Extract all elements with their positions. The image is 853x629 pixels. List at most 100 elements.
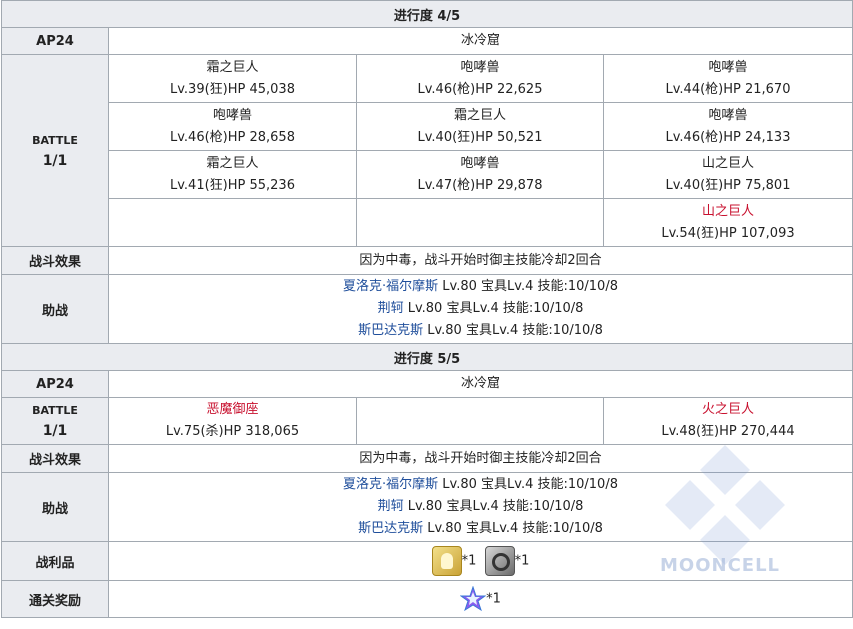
silver-ring-material-icon[interactable] [484,546,515,576]
battle-label: BATTLE 1/1 [1,397,109,445]
enemy-cell: 咆哮兽 Lv.46(枪)HP 24,133 [603,102,853,151]
drop-count: *1 [514,553,530,569]
enemy-stats: Lv.48(狂)HP 270,444 [661,424,795,439]
enemy-name: 霜之巨人 [453,107,506,123]
enemy-cell-empty [356,198,604,247]
enemy-cell: 山之巨人 Lv.40(狂)HP 75,801 [603,150,853,199]
enemy-name: 咆哮兽 [708,59,748,75]
battle-row: 霜之巨人 Lv.41(狂)HP 55,236 咆哮兽 Lv.47(枪)HP 29,8… [2,150,853,199]
enemy-stats: Lv.46(枪)HP 22,625 [417,81,543,97]
support-detail: Lv.80 宝具Lv.4 技能:10/10/8 [403,499,584,514]
battle-row: 山之巨人 Lv.54(狂)HP 107,093 [2,198,853,247]
enemy-cell: 咆哮兽 Lv.46(枪)HP 28,658 [108,102,357,151]
battle-count: 1/1 [42,152,68,169]
enemy-stats: Lv.75(杀)HP 318,065 [165,424,300,439]
reward-count: *1 [486,591,501,607]
support-detail: Lv.80 宝具Lv.4 技能:10/10/8 [438,477,618,492]
battle-row: BATTLE 1/1 霜之巨人 Lv.39(狂)HP 45,038 咆哮兽 Lv.4… [1,54,853,247]
support-label: 助战 [1,274,109,344]
enemy-cell: 咆哮兽 Lv.44(枪)HP 21,670 [603,54,853,103]
support-entry: 荆轲 Lv.80 宝具Lv.4 技能:10/10/8 [109,298,852,320]
effect-row: 战斗效果 因为中毒，战斗开始时御主技能冷却2回合 [1,246,853,275]
enemy-stats: Lv.40(狂)HP 50,521 [417,129,543,145]
reward-label: 通关奖励 [1,580,109,618]
enemy-cell: 山之巨人 Lv.54(狂)HP 107,093 [603,198,853,247]
enemy-stats: Lv.54(狂)HP 107,093 [661,225,795,241]
enemy-stats: Lv.46(枪)HP 24,133 [665,129,791,145]
battle-row: BATTLE 1/1 恶魔御座 Lv.75(杀)HP 318,065 火之巨人 Lv… [1,397,853,445]
enemy-name: 霜之巨人 [206,155,259,171]
enemy-name: 山之巨人 [701,155,754,171]
support-entry: 夏洛克·福尔摩斯 Lv.80 宝具Lv.4 技能:10/10/8 [109,276,852,298]
ap-label: AP24 [1,27,109,55]
reward-row: 通关奖励 *1 [1,580,853,618]
enemy-cell: 咆哮兽 Lv.46(枪)HP 22,625 [356,54,604,103]
enemy-name: 咆哮兽 [460,155,500,171]
progress-row: 进行度 4/5 [1,0,853,28]
enemy-stats: Lv.39(狂)HP 45,038 [170,81,295,97]
support-list: 夏洛克·福尔摩斯 Lv.80 宝具Lv.4 技能:10/10/8 荆轲 Lv.8… [108,472,853,542]
ap-row: AP24 冰冷窟 [1,370,853,398]
battle-label: BATTLE 1/1 [1,54,109,247]
progress-header: 进行度 4/5 [1,0,853,28]
support-detail: Lv.80 宝具Lv.4 技能:10/10/8 [423,323,603,338]
enemy-name: 咆哮兽 [212,107,252,123]
support-servant-link[interactable]: 荆轲 [378,301,404,316]
enemy-name: 咆哮兽 [460,59,500,75]
support-detail: Lv.80 宝具Lv.4 技能:10/10/8 [423,521,603,536]
support-entry: 斯巴达克斯 Lv.80 宝具Lv.4 技能:10/10/8 [109,518,852,540]
support-list: 夏洛克·福尔摩斯 Lv.80 宝具Lv.4 技能:10/10/8 荆轲 Lv.8… [108,274,853,344]
effect-label: 战斗效果 [1,444,109,473]
enemy-stats: Lv.40(狂)HP 75,801 [665,177,791,193]
location-name: 冰冷窟 [108,370,853,398]
support-servant-link[interactable]: 斯巴达克斯 [358,323,423,338]
progress-header: 进行度 5/5 [1,343,853,371]
enemy-cell-empty [108,198,357,247]
enemy-name: 咆哮兽 [708,107,748,123]
enemy-name-boss[interactable]: 火之巨人 [604,399,852,421]
enemy-cell: 霜之巨人 Lv.41(狂)HP 55,236 [108,150,357,199]
effect-text: 因为中毒，战斗开始时御主技能冷却2回合 [108,444,853,473]
support-servant-link[interactable]: 夏洛克·福尔摩斯 [343,477,438,492]
support-servant-link[interactable]: 夏洛克·福尔摩斯 [343,279,438,294]
reward-cell: *1 [108,580,853,618]
support-entry: 荆轲 Lv.80 宝具Lv.4 技能:10/10/8 [109,496,852,518]
enemy-cell: 咆哮兽 Lv.47(枪)HP 29,878 [356,150,604,199]
drop-count: *1 [461,553,477,569]
golden-material-icon[interactable] [431,546,462,576]
support-detail: Lv.80 宝具Lv.4 技能:10/10/8 [403,301,584,316]
enemy-stats: Lv.47(枪)HP 29,878 [417,177,543,193]
progress-row: 进行度 5/5 [1,343,853,371]
support-detail: Lv.80 宝具Lv.4 技能:10/10/8 [438,279,618,294]
battle-count: 1/1 [42,423,68,439]
enemy-name: 霜之巨人 [206,59,259,75]
support-entry: 夏洛克·福尔摩斯 Lv.80 宝具Lv.4 技能:10/10/8 [109,474,852,496]
enemy-stats: Lv.44(枪)HP 21,670 [665,81,791,97]
enemy-name-boss[interactable]: 恶魔御座 [109,399,356,421]
enemy-cell: 火之巨人 Lv.48(狂)HP 270,444 [603,397,853,445]
support-row: 助战 夏洛克·福尔摩斯 Lv.80 宝具Lv.4 技能:10/10/8 荆轲 L… [1,274,853,344]
support-servant-link[interactable]: 荆轲 [378,499,404,514]
quest-table: 进行度 4/5 AP24 冰冷窟 BATTLE 1/1 霜之巨人 Lv.39(狂)… [1,0,853,618]
saint-quartz-icon[interactable] [460,586,487,612]
support-servant-link[interactable]: 斯巴达克斯 [358,521,423,536]
ap-label: AP24 [1,370,109,398]
effect-row: 战斗效果 因为中毒，战斗开始时御主技能冷却2回合 [1,444,853,473]
enemy-stats: Lv.41(狂)HP 55,236 [170,177,295,193]
battle-label-text: BATTLE [32,133,78,147]
effect-label: 战斗效果 [1,246,109,275]
ap-row: AP24 冰冷窟 [1,27,853,55]
battle-label-text: BATTLE [32,404,78,417]
enemy-cell-empty [356,397,604,445]
quest-table-container: 进行度 4/5 AP24 冰冷窟 BATTLE 1/1 霜之巨人 Lv.39(狂)… [0,0,853,629]
support-row: 助战 夏洛克·福尔摩斯 Lv.80 宝具Lv.4 技能:10/10/8 荆轲 L… [1,472,853,542]
support-label: 助战 [1,472,109,542]
watermark-text: MOONCELL [660,555,781,576]
effect-text: 因为中毒，战斗开始时御主技能冷却2回合 [108,246,853,275]
enemy-stats: Lv.46(枪)HP 28,658 [170,129,295,145]
enemy-cell: 恶魔御座 Lv.75(杀)HP 318,065 [108,397,357,445]
battle-row: 咆哮兽 Lv.46(枪)HP 28,658 霜之巨人 Lv.40(狂)HP 50,5… [2,102,853,151]
enemy-name-boss[interactable]: 山之巨人 [604,201,852,223]
location-name: 冰冷窟 [108,27,853,55]
support-entry: 斯巴达克斯 Lv.80 宝具Lv.4 技能:10/10/8 [109,320,852,342]
